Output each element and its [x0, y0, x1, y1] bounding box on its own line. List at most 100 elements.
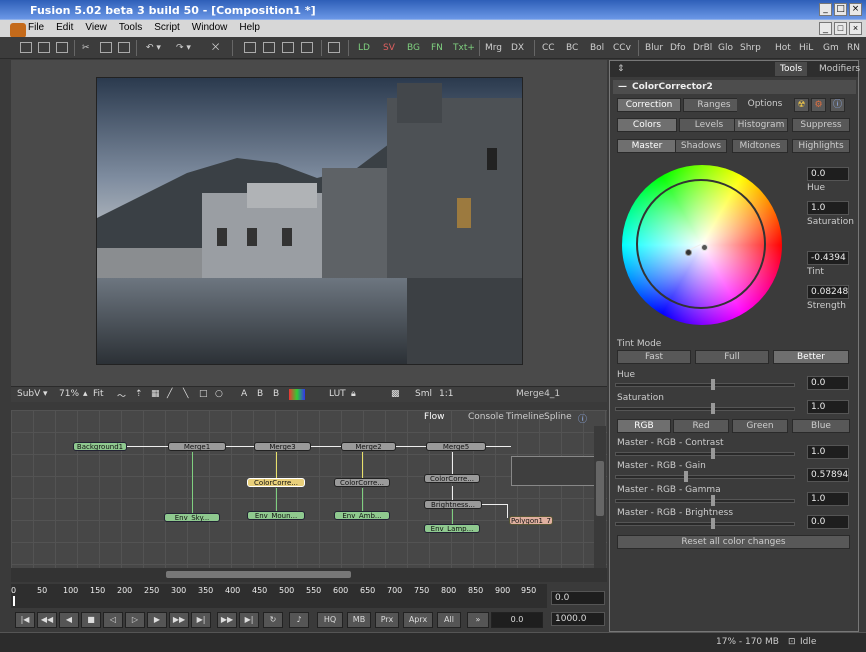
layout-3-icon[interactable] [282, 42, 294, 53]
range-midtones[interactable]: Midtones [732, 139, 788, 153]
tab-tools[interactable]: Tools [775, 62, 808, 76]
mode-suppress[interactable]: Suppress [792, 118, 850, 132]
gamma-slider[interactable] [615, 495, 795, 506]
brightness-field[interactable]: 0.0 [807, 515, 849, 529]
range-master[interactable]: Master [617, 139, 677, 153]
script-icon[interactable]: ⨉ [212, 41, 219, 55]
flow-view[interactable]: Background1 Merge1 Merge3 Merge2 Merge5 … [11, 410, 607, 568]
menu-edit[interactable]: Edit [56, 22, 73, 33]
node-env-sky[interactable]: Env_Sky... [164, 513, 220, 522]
node-colorcorrector3[interactable]: ColorCorre... [424, 474, 480, 483]
channel-rgb[interactable]: RGB [617, 419, 671, 433]
tool-header[interactable]: — ColorCorrector2 [613, 80, 856, 94]
tool-fn[interactable]: FN [431, 41, 443, 55]
menu-tools[interactable]: Tools [119, 22, 142, 33]
aprx-button[interactable]: Aprx [403, 612, 433, 628]
mode-colors[interactable]: Colors [617, 118, 677, 132]
tint-field[interactable]: -0.4394 [807, 251, 849, 265]
wheel-center-handle[interactable] [685, 249, 692, 256]
node-background1[interactable]: Background1 [73, 442, 127, 451]
channel-blue[interactable]: Blue [792, 419, 850, 433]
saturation-slider[interactable] [615, 403, 795, 414]
mode-levels[interactable]: Levels [679, 118, 739, 132]
mb-button[interactable]: MB [347, 612, 371, 628]
node-merge2[interactable]: Merge2 [341, 442, 396, 451]
pen-tool-icon[interactable]: ╱ [167, 389, 172, 399]
rectangle-tool-icon[interactable]: □ [199, 389, 208, 399]
subview-dropdown[interactable]: SubV [17, 389, 40, 399]
restore-button[interactable]: □ [834, 3, 847, 16]
menu-script[interactable]: Script [154, 22, 180, 33]
prev-key-button[interactable]: ◁ [103, 612, 123, 628]
tool-dfo[interactable]: Dfo [670, 41, 686, 55]
tool-cc[interactable]: CC [542, 41, 555, 55]
close-button[interactable]: × [849, 3, 862, 16]
saturation-slider-field[interactable]: 1.0 [807, 400, 849, 414]
undo-icon[interactable]: ↶ ▾ [146, 41, 161, 55]
tool-sv[interactable]: SV [383, 41, 395, 55]
tool-ld[interactable]: LD [358, 41, 370, 55]
tool-mrg[interactable]: Mrg [485, 41, 502, 55]
go-end-button[interactable]: ▶| [191, 612, 211, 628]
range-highlights[interactable]: Highlights [792, 139, 850, 153]
cut-icon[interactable]: ✂ [82, 41, 90, 55]
playhead[interactable] [13, 596, 15, 606]
doc-restore-button[interactable]: □ [834, 22, 847, 35]
all-button[interactable]: All [437, 612, 461, 628]
tab-modifiers[interactable]: Modifiers [814, 62, 865, 76]
node-merge5[interactable]: Merge5 [426, 442, 486, 451]
save-icon[interactable] [56, 42, 68, 53]
current-time-field[interactable]: 0.0 [551, 591, 605, 605]
tint-mode-better[interactable]: Better [773, 350, 849, 364]
contrast-field[interactable]: 1.0 [807, 445, 849, 459]
hue-slider[interactable] [615, 379, 795, 390]
step-back-button[interactable]: ◀◀ [37, 612, 57, 628]
wheel-tint-handle[interactable] [701, 244, 708, 251]
copy-icon[interactable] [100, 42, 112, 53]
channel-a-button[interactable]: A [241, 389, 247, 399]
info-icon[interactable]: ⓘ [830, 98, 845, 112]
subtab-options[interactable]: Options [737, 98, 793, 112]
hue-field[interactable]: 0.0 [807, 167, 849, 181]
open-folder-icon[interactable] [38, 42, 50, 53]
info-icon[interactable]: ⓘ [574, 411, 591, 426]
node-merge1[interactable]: Merge1 [168, 442, 226, 451]
gear-icon[interactable]: ⚙ [811, 98, 826, 112]
play-reverse-button[interactable]: ◀ [59, 612, 79, 628]
hue-slider-field[interactable]: 0.0 [807, 376, 849, 390]
subtab-correction[interactable]: Correction [617, 98, 681, 112]
step-forward-button[interactable]: ▶▶ [169, 612, 189, 628]
tint-mode-full[interactable]: Full [695, 350, 769, 364]
tool-bol[interactable]: Bol [590, 41, 604, 55]
ellipse-tool-icon[interactable]: ○ [215, 389, 223, 399]
next-key-button[interactable]: ▷ [125, 612, 145, 628]
tab-flow[interactable]: Flow [420, 411, 449, 423]
reset-color-button[interactable]: Reset all color changes [617, 535, 850, 549]
mode-histogram[interactable]: Histogram [734, 118, 788, 132]
node-env-amb[interactable]: Env_Amb... [334, 511, 390, 520]
lock-icon[interactable]: 🔒︎ [351, 389, 356, 399]
new-file-icon[interactable] [20, 42, 32, 53]
flow-horizontal-scrollbar[interactable] [11, 568, 607, 582]
menu-view[interactable]: View [85, 22, 107, 33]
tool-hot[interactable]: Hot [775, 41, 791, 55]
tool-bc[interactable]: BC [566, 41, 578, 55]
brush-tool-icon[interactable]: ╲ [183, 389, 188, 399]
zoom-dropdown[interactable]: 71% [59, 389, 79, 399]
grid-tool-icon[interactable]: ▦ [151, 389, 160, 399]
stop-button[interactable]: ■ [81, 612, 101, 628]
flow-navigator[interactable] [511, 456, 595, 486]
timeline-ruler[interactable]: 0 50 100 150 200 250 300 350 400 450 500… [11, 584, 547, 608]
step-next-button[interactable]: ▶▶ [217, 612, 237, 628]
menu-help[interactable]: Help [239, 22, 260, 33]
channel-green[interactable]: Green [732, 419, 788, 433]
audio-icon[interactable]: ♪ [289, 612, 309, 628]
start-time-field[interactable]: 0.0 [491, 612, 543, 628]
fit-button[interactable]: Fit [93, 389, 104, 399]
saturation-field[interactable]: 1.0 [807, 201, 849, 215]
checker-icon[interactable]: ▩ [391, 389, 400, 399]
paste-icon[interactable] [118, 42, 130, 53]
tab-spline[interactable]: Spline [540, 411, 576, 423]
brightness-slider[interactable] [615, 518, 795, 529]
node-colorcorrector2[interactable]: ColorCorre... [247, 478, 305, 487]
